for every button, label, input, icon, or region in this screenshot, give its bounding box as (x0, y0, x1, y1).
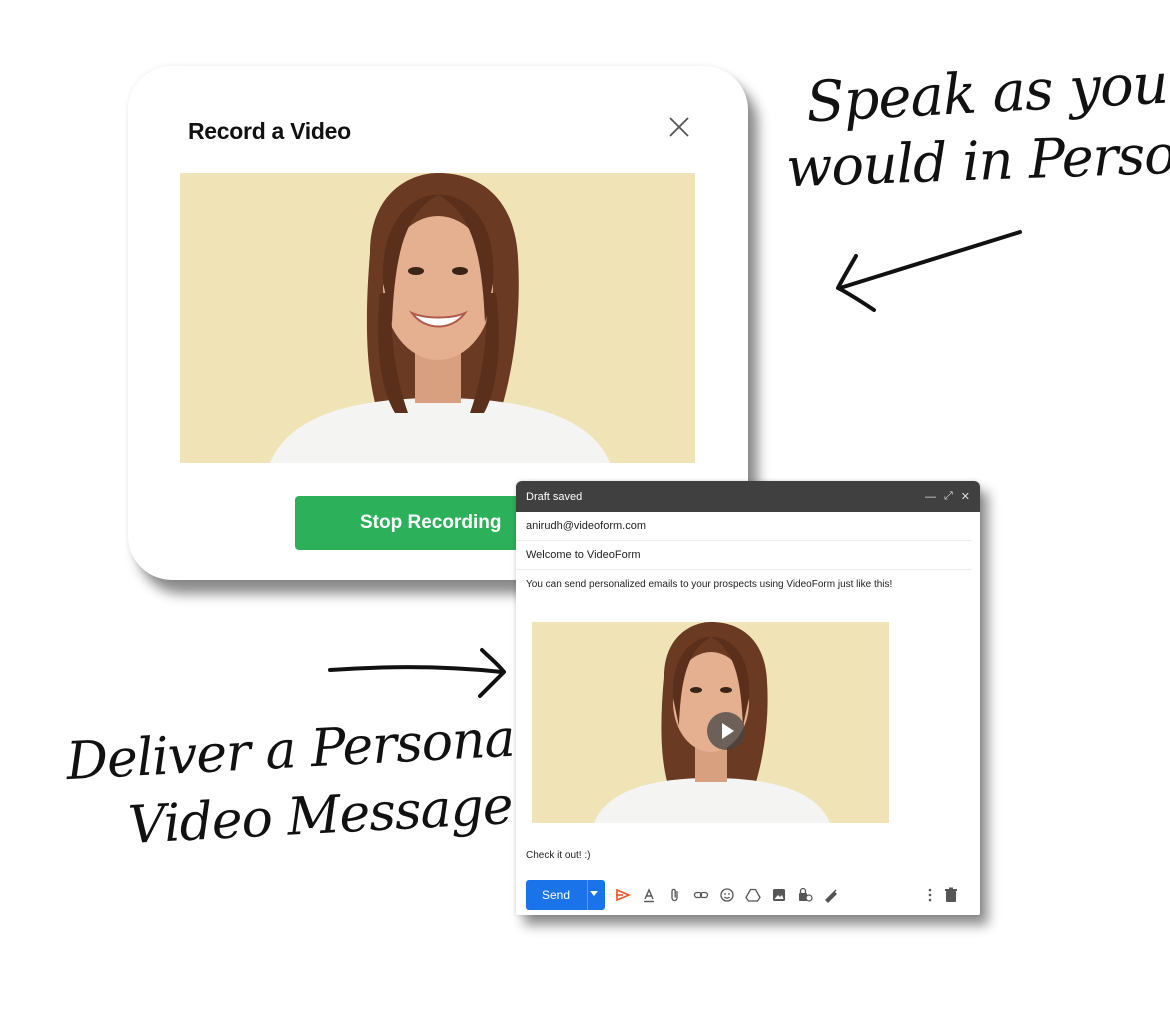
subject-field[interactable]: Welcome to VideoForm (516, 541, 972, 570)
compose-header-title: Draft saved (526, 490, 583, 503)
text-format-icon[interactable] (641, 887, 657, 903)
send-options-icon[interactable] (590, 891, 598, 896)
emoji-icon[interactable] (719, 887, 735, 903)
email-compose-window: Draft saved — ⤢ ✕ anirudh@videoform.com … (516, 481, 980, 915)
link-icon[interactable] (693, 887, 709, 903)
email-video-thumbnail[interactable] (532, 622, 889, 823)
trash-icon[interactable] (944, 887, 958, 908)
caption-bottom-line1: Deliver a Personal (64, 707, 532, 793)
caption-top-line2: would in Person (785, 121, 1170, 200)
email-body-text: You can send personalized emails to your… (526, 579, 893, 590)
to-field[interactable]: anirudh@videoform.com (516, 512, 972, 541)
video-preview (180, 173, 695, 463)
compose-toolbar: Send (526, 880, 970, 910)
arrow-right-icon (328, 648, 506, 698)
stop-recording-button[interactable]: Stop Recording (295, 496, 535, 550)
play-button[interactable] (707, 712, 745, 750)
minimize-icon[interactable]: — (925, 491, 936, 503)
arrow-left-icon (836, 230, 1022, 312)
confidential-icon[interactable] (797, 887, 813, 903)
send-button[interactable]: Send (526, 880, 605, 910)
caption-bottom-line2: Video Message (126, 775, 514, 857)
videoform-icon[interactable] (615, 887, 631, 903)
more-options-icon[interactable] (928, 887, 932, 908)
compose-header: Draft saved — ⤢ ✕ (516, 481, 980, 512)
expand-icon[interactable]: ⤢ (944, 490, 953, 503)
close-icon[interactable]: ✕ (961, 490, 970, 503)
email-signoff: Check it out! :) (526, 850, 591, 861)
caption-top-line1: Speak as you (804, 51, 1170, 136)
close-icon[interactable] (666, 114, 692, 140)
drive-icon[interactable] (745, 887, 761, 903)
attach-icon[interactable] (667, 887, 683, 903)
send-label: Send (542, 888, 571, 902)
modal-title: Record a Video (188, 118, 351, 144)
play-icon (722, 723, 734, 739)
image-icon[interactable] (771, 887, 787, 903)
signature-icon[interactable] (823, 887, 839, 903)
person-image (180, 173, 695, 463)
